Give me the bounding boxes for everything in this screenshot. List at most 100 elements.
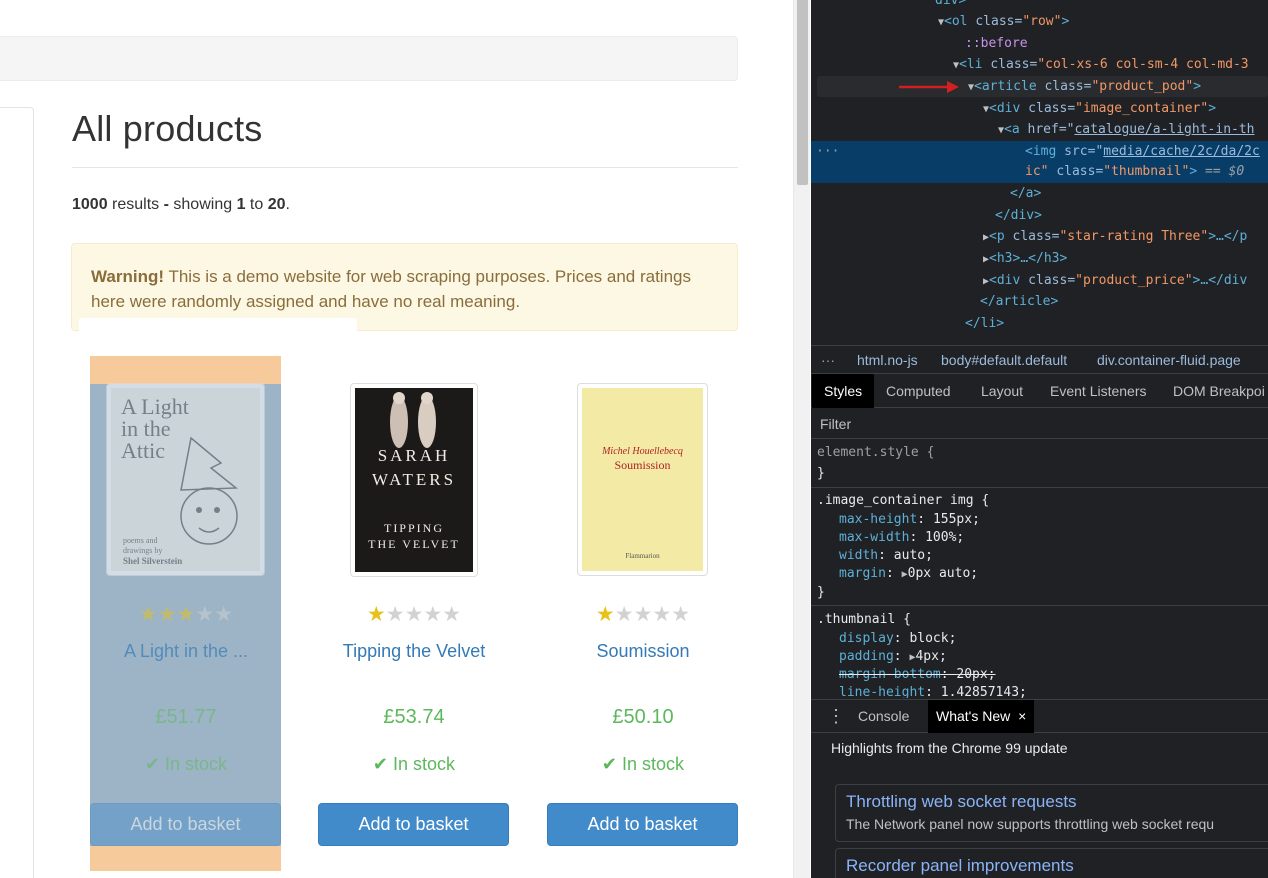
dom-node[interactable]: div> bbox=[935, 0, 966, 11]
results-total: 1000 bbox=[72, 196, 108, 213]
star-icon: ★ bbox=[404, 603, 424, 626]
dom-more-icon[interactable]: ··· bbox=[816, 141, 839, 162]
drawer-tabbar: ⋮ Console What's New × bbox=[811, 699, 1268, 733]
dom-node-selected[interactable]: <img src="media/cache/2c/da/2c bbox=[1025, 141, 1260, 162]
star-icon: ★ bbox=[138, 603, 158, 626]
product-title-link[interactable]: A Light in the ... bbox=[72, 641, 300, 662]
availability-text: In stock bbox=[622, 754, 685, 774]
css-declaration[interactable]: display: block; bbox=[839, 630, 956, 648]
css-declaration[interactable]: max-height: 155px; bbox=[839, 511, 980, 529]
styles-filter-input[interactable]: Filter bbox=[811, 409, 1268, 439]
product-thumbnail[interactable]: Michel Houellebecq Soumission Flammarion bbox=[577, 383, 708, 576]
results-to: 20 bbox=[267, 196, 286, 213]
css-declaration[interactable]: padding: ▶4px; bbox=[839, 648, 947, 666]
product-price: £50.10 bbox=[612, 706, 674, 728]
tab-styles[interactable]: Styles bbox=[812, 374, 875, 408]
star-icon: ★ bbox=[214, 603, 234, 626]
tab-dom-breakpoints[interactable]: DOM Breakpoi bbox=[1173, 374, 1265, 408]
results-period: . bbox=[285, 196, 290, 213]
results-showing: showing bbox=[173, 196, 233, 213]
check-icon: ✔ bbox=[372, 754, 389, 774]
tab-layout[interactable]: Layout bbox=[981, 374, 1023, 408]
dom-node[interactable]: </a> bbox=[1010, 183, 1041, 204]
dom-node[interactable]: ▶<h3>…</h3> bbox=[983, 248, 1067, 269]
breadcrumb-html[interactable]: html.no-js bbox=[857, 346, 918, 374]
cover-author: SARAH WATERS bbox=[371, 446, 457, 489]
page-scrollbar[interactable] bbox=[793, 0, 810, 878]
css-declaration[interactable]: line-height: 1.42857143; bbox=[839, 684, 1027, 698]
close-icon[interactable]: × bbox=[1018, 708, 1026, 724]
tab-console[interactable]: Console bbox=[858, 700, 909, 733]
dom-node[interactable]: </li> bbox=[965, 313, 1004, 334]
star-rating: ★★★★★ bbox=[529, 602, 757, 627]
results-summary: 1000 results - showing 1 to 20. bbox=[72, 196, 290, 214]
star-rating: ★★★★★ bbox=[72, 602, 300, 627]
results-word: results bbox=[112, 196, 160, 213]
star-icon: ★ bbox=[442, 603, 462, 626]
star-icon: ★ bbox=[385, 603, 405, 626]
tab-computed[interactable]: Computed bbox=[886, 374, 951, 408]
availability: ✔ In stock bbox=[300, 754, 528, 775]
breadcrumb-more-icon[interactable]: ··· bbox=[821, 346, 835, 374]
css-rule-end: } bbox=[817, 466, 825, 481]
dom-node[interactable]: </article> bbox=[980, 291, 1058, 312]
css-declaration[interactable]: width: auto; bbox=[839, 547, 933, 565]
dom-node-article[interactable]: ▼<article class="product_pod"> bbox=[968, 76, 1201, 97]
product-title-link[interactable]: Soumission bbox=[529, 641, 757, 662]
star-icon: ★ bbox=[366, 603, 386, 626]
star-icon: ★ bbox=[176, 603, 196, 626]
scrollbar-thumb[interactable] bbox=[797, 0, 808, 185]
red-arrow-icon bbox=[899, 81, 959, 93]
check-icon: ✔ bbox=[144, 754, 161, 774]
product-price: £53.74 bbox=[383, 706, 445, 728]
star-icon: ★ bbox=[595, 603, 615, 626]
add-to-basket-button[interactable]: Add to basket bbox=[90, 803, 281, 846]
product-title-link[interactable]: Tipping the Velvet bbox=[300, 641, 528, 662]
product-thumbnail[interactable]: SARAH WATERS TIPPING THE VELVET bbox=[350, 383, 478, 577]
news-title-link[interactable]: Throttling web socket requests bbox=[846, 791, 1264, 813]
dom-node[interactable]: </div> bbox=[995, 205, 1042, 226]
drawer-menu-icon[interactable]: ⋮ bbox=[827, 700, 845, 733]
attic-drawing-icon bbox=[180, 436, 239, 545]
web-page: All products 1000 results - showing 1 to… bbox=[0, 0, 775, 878]
category-sidebar bbox=[0, 107, 34, 878]
css-declaration[interactable]: max-width: 100%; bbox=[839, 529, 964, 547]
tab-whats-new[interactable]: What's New × bbox=[928, 700, 1035, 733]
breadcrumb-body[interactable]: body#default.default bbox=[941, 346, 1067, 374]
tab-whats-new-label: What's New bbox=[936, 708, 1011, 724]
news-title-link[interactable]: Recorder panel improvements bbox=[846, 855, 1264, 877]
css-declaration-overridden[interactable]: margin-bottom: 20px; bbox=[839, 666, 996, 684]
dom-node[interactable]: ▼<ol class="row"> bbox=[938, 11, 1069, 32]
dom-node[interactable]: ▶<div class="product_price">…</div bbox=[983, 270, 1247, 291]
news-card[interactable]: Throttling web socket requests The Netwo… bbox=[835, 784, 1268, 842]
results-to-word: to bbox=[249, 196, 264, 213]
star-icon: ★ bbox=[671, 603, 691, 626]
dom-node[interactable]: ▼<li class="col-xs-6 col-sm-4 col-md-3 bbox=[953, 54, 1249, 75]
css-rule-end: } bbox=[817, 585, 825, 600]
availability: ✔ In stock bbox=[72, 754, 300, 775]
add-to-basket-button[interactable]: Add to basket bbox=[547, 803, 738, 846]
tooltip-cover bbox=[79, 318, 357, 338]
dom-node-selected-cont[interactable]: ic" class="thumbnail"> == $0 bbox=[1025, 161, 1244, 182]
dom-node[interactable]: ▼<a href="catalogue/a-light-in-th bbox=[998, 119, 1255, 140]
breadcrumb-div[interactable]: div.container-fluid.page bbox=[1097, 346, 1241, 374]
css-rule-selector: .thumbnail { bbox=[817, 612, 911, 627]
product-pod: Michel Houellebecq Soumission Flammarion… bbox=[529, 356, 738, 871]
dom-node[interactable]: ▶<p class="star-rating Three">…</p bbox=[983, 226, 1247, 247]
star-icon: ★ bbox=[195, 603, 215, 626]
cover-title: Soumission bbox=[614, 458, 671, 472]
add-to-basket-button[interactable]: Add to basket bbox=[318, 803, 509, 846]
news-card[interactable]: Recorder panel improvements bbox=[835, 848, 1268, 878]
star-icon: ★ bbox=[423, 603, 443, 626]
dom-node[interactable]: ::before bbox=[965, 33, 1028, 54]
css-declaration[interactable]: margin: ▶0px auto; bbox=[839, 565, 978, 583]
dom-node[interactable]: ▼<div class="image_container"> bbox=[983, 98, 1216, 119]
tab-event-listeners[interactable]: Event Listeners bbox=[1050, 374, 1147, 408]
cover-publisher: Flammarion bbox=[625, 552, 660, 560]
styles-tabbar: Styles Computed Layout Event Listeners D… bbox=[811, 374, 1268, 408]
news-description: The Network panel now supports throttlin… bbox=[846, 816, 1215, 832]
availability-text: In stock bbox=[393, 754, 456, 774]
cover-credits: poems and drawings by Shel Silverstein bbox=[123, 536, 183, 566]
product-thumbnail[interactable]: A Light in the Attic poems and drawings … bbox=[106, 383, 265, 576]
product-pod: A Light in the Attic poems and drawings … bbox=[72, 356, 281, 871]
